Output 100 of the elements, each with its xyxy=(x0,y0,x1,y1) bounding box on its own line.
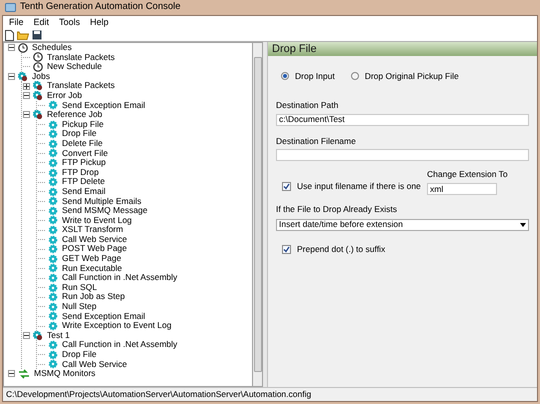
field-label: Change Extension To xyxy=(427,168,508,181)
gear-icon xyxy=(48,302,58,312)
gear-icon xyxy=(48,158,58,168)
field-label: If the File to Drop Already Exists xyxy=(276,203,398,216)
gear-icon xyxy=(48,206,58,216)
app-icon xyxy=(5,3,16,12)
radio-label: Drop Original Pickup File xyxy=(364,70,459,83)
tree-item[interactable]: MSMQ Monitors xyxy=(33,369,96,379)
tree-item[interactable]: Send Email xyxy=(61,186,106,196)
gear-icon xyxy=(48,148,58,158)
tree-item[interactable]: Send Multiple Emails xyxy=(61,196,142,206)
tree-item[interactable]: Convert File xyxy=(61,148,109,158)
tree-item[interactable]: Run Job as Step xyxy=(61,292,126,302)
tree-item[interactable]: Send Exception Email xyxy=(61,312,146,322)
menu-item[interactable]: Tools xyxy=(59,16,80,30)
scrollbar[interactable] xyxy=(253,42,263,387)
tree-item[interactable]: Call Web Service xyxy=(61,360,128,370)
extension-field[interactable]: xml xyxy=(427,183,497,195)
gear-icon xyxy=(48,263,58,274)
tree-item[interactable]: Jobs xyxy=(31,72,51,82)
status-text: C:\Development\Projects\AutomationServer\AutomationServer\Automation.config xyxy=(6,388,312,401)
gear-icon xyxy=(48,340,58,350)
gear-icon xyxy=(48,359,58,370)
tree-item[interactable]: XSLT Transform xyxy=(61,225,124,235)
gear-icon xyxy=(48,350,58,360)
gear-icon xyxy=(48,234,58,245)
tree-item[interactable]: New Schedule xyxy=(46,62,103,72)
gears-icon xyxy=(33,110,43,120)
gear-icon xyxy=(48,292,58,302)
tree-item[interactable]: Null Step xyxy=(61,302,98,312)
tree-item[interactable]: GET Web Page xyxy=(61,254,122,264)
tree-item[interactable]: Test 1 xyxy=(46,330,71,340)
tree-item[interactable]: Drop File xyxy=(61,350,98,360)
gear-icon xyxy=(48,138,58,149)
tree-item[interactable]: Error Job xyxy=(46,90,83,101)
gear-icon xyxy=(48,186,58,197)
window-title: Tenth Generation Automation Console xyxy=(20,0,181,14)
collapse-toggle[interactable] xyxy=(23,92,30,100)
gear-icon xyxy=(48,273,58,284)
tree-item[interactable]: FTP Delete xyxy=(61,177,106,187)
destination-path-field[interactable]: c:\Document\Test xyxy=(276,114,529,126)
menu-item[interactable]: Help xyxy=(90,16,109,30)
checkbox[interactable] xyxy=(282,244,291,254)
tree-item[interactable]: Write to Event Log xyxy=(61,216,133,226)
tree-item[interactable]: Call Web Service xyxy=(61,234,128,244)
gear-icon xyxy=(48,196,58,206)
tree-item[interactable]: Call Function in .Net Assembly xyxy=(61,340,178,350)
tree-item[interactable]: Reference Job xyxy=(46,110,104,120)
tree-item[interactable]: Drop File xyxy=(61,129,98,139)
save-icon[interactable] xyxy=(32,30,42,40)
panel-header: Drop File xyxy=(268,42,537,56)
gear-icon xyxy=(48,254,58,264)
new-file-icon[interactable] xyxy=(5,30,14,40)
checkbox[interactable] xyxy=(282,182,291,192)
tree-item[interactable]: Translate Packets xyxy=(46,52,116,62)
tree-item[interactable]: Write Exception to Event Log xyxy=(61,321,172,331)
gears-icon xyxy=(33,81,43,92)
gear-icon xyxy=(48,321,58,332)
gear-icon xyxy=(48,225,58,236)
gear-icon xyxy=(48,100,58,110)
if-exists-dropdown[interactable]: Insert date/time before extension xyxy=(276,218,529,231)
destination-filename-field[interactable] xyxy=(276,149,529,162)
checkbox-label: Use input filename if there is one xyxy=(297,180,421,193)
collapse-toggle[interactable] xyxy=(8,44,15,52)
field-label: Destination Path xyxy=(276,98,340,112)
gear-icon xyxy=(48,168,58,178)
gear-icon xyxy=(48,282,58,293)
tree-item[interactable]: POST Web Page xyxy=(61,244,128,254)
collapse-toggle[interactable] xyxy=(8,370,15,378)
tree-item[interactable]: Translate Packets xyxy=(46,81,116,91)
gear-icon xyxy=(48,177,58,188)
tree-item[interactable]: Send Exception Email xyxy=(61,100,146,110)
field-label: Destination Filename xyxy=(276,134,357,148)
tree-item[interactable]: Schedules xyxy=(31,43,73,53)
gears-icon xyxy=(33,330,43,341)
menu-item[interactable]: Edit xyxy=(34,16,50,30)
expand-toggle[interactable] xyxy=(23,82,30,90)
gear-icon xyxy=(48,129,58,140)
radio-button[interactable] xyxy=(350,72,359,80)
caret-icon xyxy=(520,222,526,227)
tree-item[interactable]: Run SQL xyxy=(61,282,98,292)
tree-item[interactable]: FTP Pickup xyxy=(61,158,107,168)
collapse-toggle[interactable] xyxy=(8,73,15,80)
tree-item[interactable]: Run Executable xyxy=(61,264,124,274)
tree-item[interactable]: Delete File xyxy=(61,138,104,149)
checkbox-label: Prepend dot (.) to suffix xyxy=(297,242,386,256)
gear-icon xyxy=(48,244,58,254)
tree-item[interactable]: FTP Drop xyxy=(61,168,100,178)
gears-icon xyxy=(33,90,43,101)
tree-item[interactable]: Send MSMQ Message xyxy=(61,206,149,216)
gear-icon xyxy=(48,215,58,226)
collapse-toggle[interactable] xyxy=(23,332,30,340)
tree-item[interactable]: Pickup File xyxy=(61,120,105,130)
collapse-toggle[interactable] xyxy=(23,111,30,118)
menu-item[interactable]: File xyxy=(9,16,24,30)
tree-item[interactable]: Call Function in .Net Assembly xyxy=(61,273,178,283)
gears-icon xyxy=(18,72,28,82)
arrows-icon xyxy=(18,368,30,379)
radio-button[interactable] xyxy=(281,72,289,80)
radio-label: Drop Input xyxy=(295,70,335,83)
